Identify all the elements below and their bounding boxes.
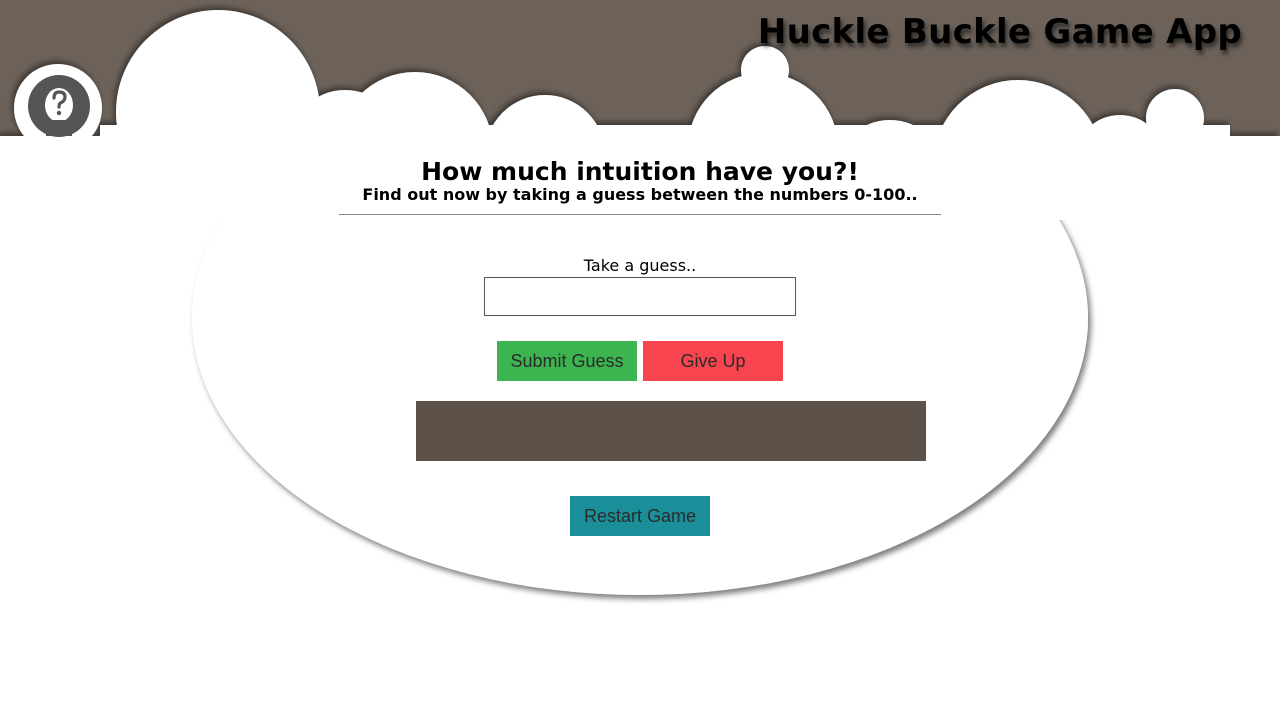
game-panel: How much intuition have you?! Find out n… xyxy=(0,0,1280,726)
page-subheadline: Find out now by taking a guess between t… xyxy=(362,185,918,204)
give-up-button[interactable]: Give Up xyxy=(643,341,783,381)
guess-label: Take a guess.. xyxy=(583,256,697,275)
page: Huckle Buckle Game App How much intuitio… xyxy=(0,0,1280,726)
guess-input[interactable] xyxy=(484,277,796,316)
submit-guess-button[interactable]: Submit Guess xyxy=(497,341,637,381)
divider xyxy=(339,214,941,215)
page-headline: How much intuition have you?! xyxy=(421,157,859,186)
restart-game-button[interactable]: Restart Game xyxy=(570,496,710,536)
result-message-box xyxy=(416,401,926,461)
